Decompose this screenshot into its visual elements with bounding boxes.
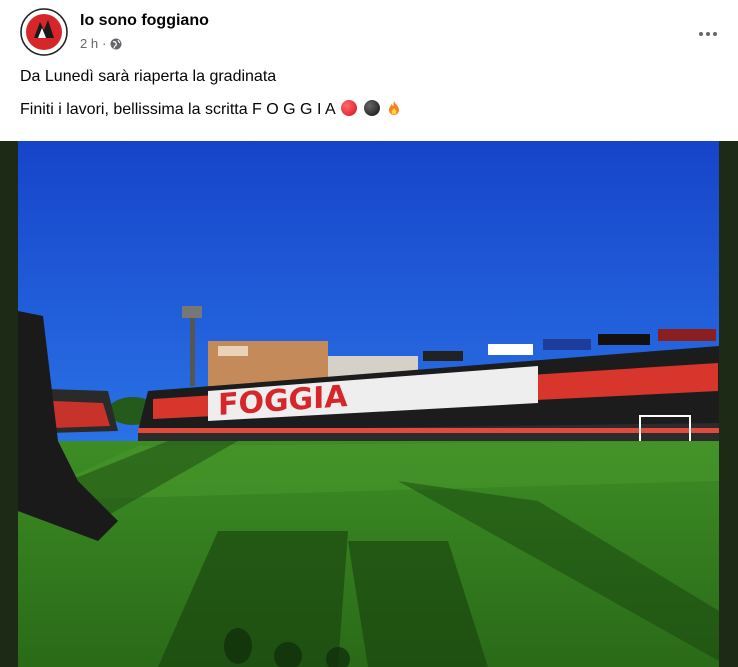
stadium-photo: FOGGIA — [18, 141, 719, 667]
dot — [713, 32, 717, 36]
club-crest-icon — [20, 8, 68, 56]
dot — [706, 32, 710, 36]
post-card: Io sono foggiano 2 h · Da Lunedì sarà ri… — [0, 0, 738, 667]
fire-icon — [389, 101, 400, 115]
meta-separator: · — [102, 36, 107, 51]
red-circle-icon — [341, 100, 358, 116]
more-options-button[interactable] — [690, 16, 726, 52]
post-header: Io sono foggiano 2 h · — [20, 8, 726, 60]
avatar[interactable] — [20, 8, 68, 56]
post-meta: 2 h · — [80, 36, 122, 51]
author-name[interactable]: Io sono foggiano — [80, 12, 209, 30]
post-line-1: Da Lunedì sarà riaperta la gradinata — [20, 68, 277, 85]
globe-icon — [110, 38, 122, 49]
post-time[interactable]: 2 h — [80, 36, 98, 51]
dot — [699, 32, 703, 36]
black-circle-icon — [363, 100, 380, 116]
post-text: Da Lunedì sarà riaperta la gradinata Fin… — [20, 66, 718, 132]
post-line-2-text: Finiti i lavori, bellissima la scritta F… — [20, 101, 335, 118]
post-photo[interactable]: FOGGIA — [18, 141, 719, 667]
post-line-2: Finiti i lavori, bellissima la scritta F… — [20, 99, 718, 120]
photo-container[interactable]: FOGGIA — [0, 141, 738, 667]
